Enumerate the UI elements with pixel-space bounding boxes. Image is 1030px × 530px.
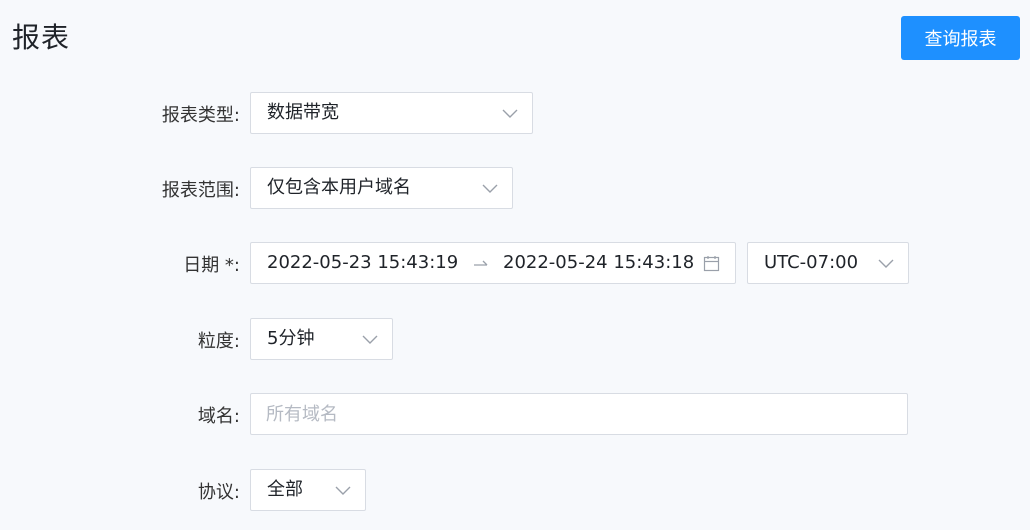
chevron-down-icon <box>482 184 498 193</box>
protocol-value: 全部 <box>267 479 303 500</box>
report-type-row: 报表类型: 数据带宽 <box>0 92 1030 136</box>
date-row: 日期 *: 2022-05-23 15:43:19 2022-05-24 15:… <box>0 242 1030 286</box>
date-start-value[interactable]: 2022-05-23 15:43:19 <box>267 243 458 283</box>
report-type-select[interactable]: 数据带宽 <box>250 92 533 134</box>
report-type-label: 报表类型: <box>161 105 240 126</box>
arrow-right-icon <box>474 260 488 266</box>
report-type-value: 数据带宽 <box>267 102 339 123</box>
report-scope-value: 仅包含本用户域名 <box>267 177 411 198</box>
date-label: 日期 *: <box>183 255 240 276</box>
domain-input[interactable] <box>250 393 908 435</box>
chevron-down-icon <box>878 259 894 268</box>
timezone-select[interactable]: UTC-07:00 <box>747 242 909 284</box>
granularity-select[interactable]: 5分钟 <box>250 318 393 360</box>
date-end-value[interactable]: 2022-05-24 15:43:18 <box>503 243 694 283</box>
granularity-value: 5分钟 <box>267 328 315 349</box>
protocol-select[interactable]: 全部 <box>250 469 366 511</box>
date-range-picker[interactable]: 2022-05-23 15:43:19 2022-05-24 15:43:18 <box>250 242 736 284</box>
report-scope-select[interactable]: 仅包含本用户域名 <box>250 167 513 209</box>
calendar-icon[interactable] <box>703 255 720 272</box>
query-report-button[interactable]: 查询报表 <box>901 16 1020 60</box>
chevron-down-icon <box>362 335 378 344</box>
timezone-value: UTC-07:00 <box>764 252 859 273</box>
domain-label: 域名: <box>197 406 240 427</box>
chevron-down-icon <box>502 109 518 118</box>
protocol-label: 协议: <box>197 482 240 503</box>
report-scope-label: 报表范围: <box>161 180 240 201</box>
domain-row: 域名: <box>0 393 1030 437</box>
protocol-row: 协议: 全部 <box>0 469 1030 513</box>
chevron-down-icon <box>335 486 351 495</box>
page-title: 报表 <box>12 21 71 54</box>
granularity-row: 粒度: 5分钟 <box>0 318 1030 362</box>
granularity-label: 粒度: <box>197 331 240 352</box>
report-scope-row: 报表范围: 仅包含本用户域名 <box>0 167 1030 211</box>
